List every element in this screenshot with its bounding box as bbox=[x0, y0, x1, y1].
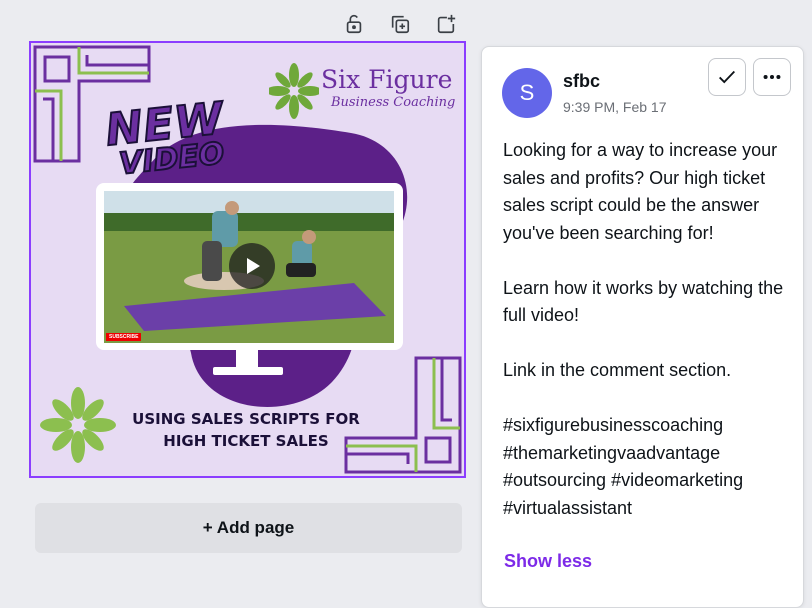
comment-paragraph: Learn how it works by watching the full … bbox=[503, 277, 784, 326]
page-toolbar bbox=[340, 10, 460, 38]
checkmark-icon bbox=[719, 70, 735, 84]
new-video-headline: NEW VIDEO bbox=[102, 92, 229, 183]
comment-paragraph: Looking for a way to increase your sales… bbox=[503, 140, 778, 243]
hashtag: #virtualassistant bbox=[503, 497, 633, 518]
resolve-button[interactable] bbox=[708, 58, 746, 96]
comment-panel: S sfbc 9:39 PM, Feb 17 Looking for a way… bbox=[481, 46, 804, 608]
show-less-link[interactable]: Show less bbox=[504, 551, 592, 572]
caption-line2: HIGH TICKET SALES bbox=[163, 432, 329, 450]
logo-title: Six Figure bbox=[321, 65, 453, 94]
unlock-icon[interactable] bbox=[340, 10, 368, 38]
design-caption: USING SALES SCRIPTS FOR HIGH TICKET SALE… bbox=[126, 408, 366, 452]
avatar: S bbox=[502, 68, 552, 118]
duplicate-page-icon[interactable] bbox=[386, 10, 414, 38]
more-dots-icon bbox=[763, 74, 781, 80]
more-options-button[interactable] bbox=[753, 58, 791, 96]
hashtag: #sixfigurebusinesscoaching bbox=[503, 415, 724, 435]
monitor-frame: SUBSCRIBE bbox=[96, 183, 403, 350]
add-page-button[interactable]: + Add page bbox=[35, 503, 462, 553]
comment-author: sfbc bbox=[563, 71, 601, 91]
subscribe-badge: SUBSCRIBE bbox=[106, 333, 142, 341]
design-canvas[interactable]: Six Figure Business Coaching NEW VIDEO S… bbox=[29, 41, 466, 478]
caption-line1: USING SALES SCRIPTS FOR bbox=[132, 410, 360, 428]
video-thumbnail[interactable]: SUBSCRIBE bbox=[104, 191, 394, 343]
comment-timestamp: 9:39 PM, Feb 17 bbox=[563, 99, 667, 115]
comment-body: Looking for a way to increase your sales… bbox=[503, 137, 793, 522]
hashtag: #outsourcing #videomarketing bbox=[503, 470, 744, 490]
leaf-mark-bottom-left bbox=[40, 387, 116, 463]
monitor-neck bbox=[236, 348, 258, 368]
play-button[interactable] bbox=[229, 243, 275, 289]
monitor-base bbox=[213, 367, 283, 375]
play-icon bbox=[247, 258, 260, 274]
logo-subtitle: Business Coaching bbox=[331, 95, 456, 110]
add-page-icon[interactable] bbox=[432, 10, 460, 38]
comment-paragraph: Link in the comment section. bbox=[503, 360, 732, 380]
brand-logo: Six Figure Business Coaching bbox=[269, 61, 455, 125]
leaf-logo-icon bbox=[269, 63, 319, 119]
hashtag: #themarketingvaadvantage bbox=[503, 442, 721, 463]
